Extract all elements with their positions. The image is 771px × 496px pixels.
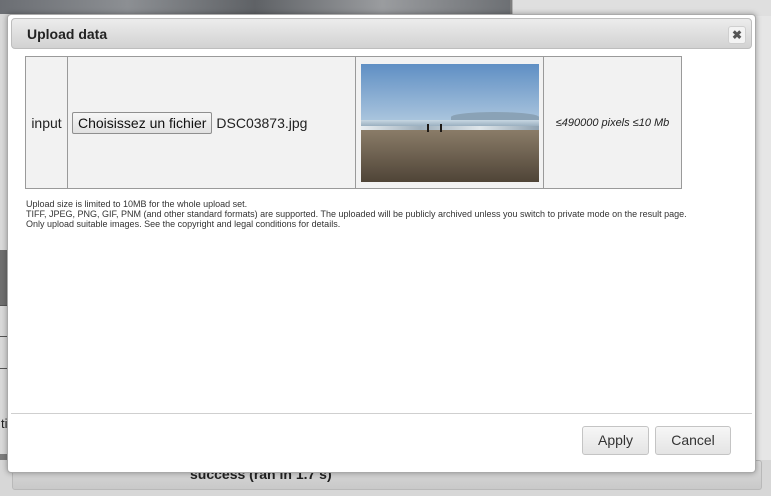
background-right-edge [755,16,771,460]
image-thumbnail [360,63,539,182]
note-formats: TIFF, JPEG, PNG, GIF, PNM (and other sta… [26,209,687,219]
file-cell: Choisissez un fichier DSC03873.jpg [67,56,356,189]
apply-button[interactable]: Apply [582,426,649,455]
choose-file-button[interactable]: Choisissez un fichier [72,111,213,134]
upload-row: input Choisissez un fichier DSC03873.jpg … [25,56,682,189]
dialog-titlebar[interactable]: Upload data ✖ [11,18,752,49]
note-size-limit: Upload size is limited to 10MB for the w… [26,199,248,209]
dialog-title: Upload data [27,26,108,42]
cancel-button[interactable]: Cancel [655,426,731,455]
background-image-strip [0,0,510,14]
upload-table: input Choisissez un fichier DSC03873.jpg … [25,56,682,189]
file-name: DSC03873.jpg [216,114,308,131]
footer-divider [11,413,752,414]
note-conditions: Only upload suitable images. See the cop… [26,219,341,229]
input-label: input [25,56,68,189]
upload-dialog: Upload data ✖ input Choisissez un fichie… [7,14,756,473]
upload-notes: Upload size is limited to 10MB for the w… [26,199,736,229]
close-icon[interactable]: ✖ [728,26,746,44]
thumbnail-cell [355,56,544,189]
size-limit: ≤490000 pixels ≤10 Mb [543,56,682,189]
